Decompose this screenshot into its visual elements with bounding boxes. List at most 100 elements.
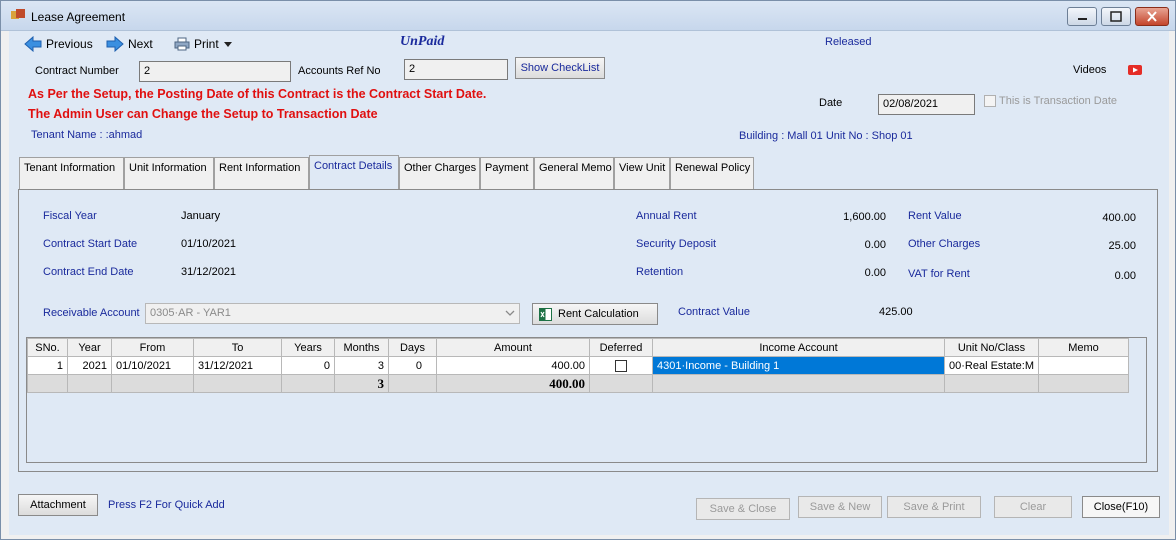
contract-value-value: 425.00 bbox=[879, 306, 913, 318]
grid-header-unit-class[interactable]: Unit No/Class bbox=[944, 338, 1039, 357]
minimize-button[interactable] bbox=[1067, 7, 1097, 26]
close-button[interactable]: Close(F10) bbox=[1082, 496, 1160, 518]
title-bar: Lease Agreement bbox=[1, 1, 1175, 31]
tenant-name: Tenant Name : :ahmad bbox=[31, 129, 143, 141]
grid-header-amount[interactable]: Amount bbox=[436, 338, 590, 357]
fiscal-year-value: January bbox=[181, 210, 221, 222]
tab-general-memo[interactable]: General Memo bbox=[534, 157, 614, 189]
minimize-icon bbox=[1078, 18, 1087, 20]
rent-value-label: Rent Value bbox=[908, 210, 962, 222]
spreadsheet-icon bbox=[539, 307, 552, 321]
accounts-ref-field[interactable]: 2 bbox=[404, 59, 508, 80]
other-charges-value: 25.00 bbox=[1108, 240, 1136, 252]
receivable-account-select[interactable]: 0305·AR - YAR1 bbox=[145, 303, 520, 324]
cell-years[interactable]: 0 bbox=[281, 356, 335, 375]
transaction-date-checkbox[interactable] bbox=[984, 95, 996, 107]
youtube-icon[interactable] bbox=[1128, 65, 1142, 75]
show-checklist-button[interactable]: Show CheckList bbox=[515, 57, 605, 79]
save-new-button[interactable]: Save & New bbox=[798, 496, 882, 518]
cell-income-account[interactable]: 4301·Income - Building 1 bbox=[652, 356, 945, 375]
annual-rent-label: Annual Rent bbox=[636, 210, 697, 222]
grid-header-months[interactable]: Months bbox=[334, 338, 389, 357]
rent-value-value: 400.00 bbox=[1102, 212, 1136, 224]
cell-unit-class[interactable]: 00·Real Estate:M bbox=[944, 356, 1039, 375]
arrow-left-icon bbox=[24, 36, 42, 52]
vat-rent-label: VAT for Rent bbox=[908, 268, 970, 280]
tab-tenant-information[interactable]: Tenant Information bbox=[19, 157, 124, 189]
contract-end-label: Contract End Date bbox=[43, 266, 134, 278]
cell-amount[interactable]: 400.00 bbox=[436, 356, 590, 375]
save-close-button[interactable]: Save & Close bbox=[696, 498, 790, 520]
cell-days[interactable]: 0 bbox=[388, 356, 437, 375]
receivable-account-value: 0305·AR - YAR1 bbox=[150, 307, 231, 319]
grid-header-years[interactable]: Years bbox=[281, 338, 335, 357]
tab-view-unit[interactable]: View Unit bbox=[614, 157, 670, 189]
close-window-button[interactable] bbox=[1135, 7, 1169, 26]
other-charges-label: Other Charges bbox=[908, 238, 981, 250]
accounts-ref-label: Accounts Ref No bbox=[298, 65, 381, 77]
rent-calculation-button[interactable]: Rent Calculation bbox=[532, 303, 658, 325]
total-cell-empty bbox=[27, 374, 68, 393]
release-status: Released bbox=[825, 36, 872, 48]
tab-unit-information[interactable]: Unit Information bbox=[124, 157, 214, 189]
print-button[interactable]: Print bbox=[174, 35, 233, 53]
cell-memo[interactable] bbox=[1037, 356, 1129, 375]
grid-header-sno[interactable]: SNo. bbox=[27, 338, 68, 357]
chevron-down-icon bbox=[505, 310, 515, 316]
grid-header-memo[interactable]: Memo bbox=[1037, 338, 1129, 357]
chevron-down-icon bbox=[223, 42, 232, 47]
tab-contract-details[interactable]: Contract Details bbox=[309, 155, 399, 189]
save-print-button[interactable]: Save & Print bbox=[887, 496, 981, 518]
total-cell-empty bbox=[652, 374, 945, 393]
table-row[interactable]: 1 2021 01/10/2021 31/12/2021 0 3 0 400.0… bbox=[27, 356, 1129, 375]
window-title: Lease Agreement bbox=[31, 10, 126, 24]
date-field[interactable]: 02/08/2021 bbox=[878, 94, 975, 115]
print-label: Print bbox=[194, 37, 219, 51]
vat-rent-value: 0.00 bbox=[1114, 270, 1136, 282]
total-months: 3 bbox=[334, 374, 389, 393]
cell-deferred[interactable] bbox=[589, 356, 653, 375]
tab-other-charges[interactable]: Other Charges bbox=[399, 157, 480, 189]
retention-label: Retention bbox=[636, 266, 684, 278]
security-deposit-value: 0.00 bbox=[864, 239, 886, 251]
grid-header-days[interactable]: Days bbox=[388, 338, 437, 357]
security-deposit-label: Security Deposit bbox=[636, 238, 717, 250]
tab-rent-information[interactable]: Rent Information bbox=[214, 157, 309, 189]
date-label: Date bbox=[819, 97, 843, 109]
next-label: Next bbox=[128, 37, 153, 51]
tab-payment[interactable]: Payment bbox=[480, 157, 534, 189]
clear-button[interactable]: Clear bbox=[994, 496, 1072, 518]
fiscal-year-label: Fiscal Year bbox=[43, 210, 97, 222]
total-amount: 400.00 bbox=[436, 374, 590, 393]
arrow-right-icon bbox=[106, 36, 124, 52]
retention-value: 0.00 bbox=[864, 267, 886, 279]
cell-from[interactable]: 01/10/2021 bbox=[111, 356, 194, 375]
schedule-grid: SNo. Year From To Years Months Days Amou… bbox=[27, 338, 1129, 393]
grid-header-row: SNo. Year From To Years Months Days Amou… bbox=[27, 338, 1129, 357]
maximize-button[interactable] bbox=[1101, 7, 1131, 26]
grid-header-deferred[interactable]: Deferred bbox=[589, 338, 653, 357]
quick-add-hint: Press F2 For Quick Add bbox=[108, 499, 225, 511]
grid-header-year[interactable]: Year bbox=[67, 338, 112, 357]
grid-header-to[interactable]: To bbox=[193, 338, 282, 357]
grid-header-from[interactable]: From bbox=[111, 338, 194, 357]
total-cell-empty bbox=[67, 374, 112, 393]
cell-to[interactable]: 31/12/2021 bbox=[193, 356, 282, 375]
next-button[interactable]: Next bbox=[106, 35, 153, 53]
cell-sno[interactable]: 1 bbox=[27, 356, 68, 375]
contract-end-value: 31/12/2021 bbox=[181, 266, 237, 278]
contract-number-label: Contract Number bbox=[35, 65, 119, 77]
grid-header-income-account[interactable]: Income Account bbox=[652, 338, 945, 357]
previous-button[interactable]: Previous bbox=[24, 35, 93, 53]
attachment-button[interactable]: Attachment bbox=[18, 494, 98, 516]
deferred-checkbox[interactable] bbox=[615, 359, 627, 372]
lease-agreement-window: Lease Agreement Previous Next Print UnPa… bbox=[0, 0, 1176, 540]
receivable-account-label: Receivable Account bbox=[43, 307, 140, 319]
posting-notice-line1: As Per the Setup, the Posting Date of th… bbox=[28, 87, 487, 101]
tab-renewal-policy[interactable]: Renewal Policy bbox=[670, 157, 754, 189]
total-cell-empty bbox=[589, 374, 653, 393]
posting-notice-line2: The Admin User can Change the Setup to T… bbox=[28, 107, 378, 121]
contract-number-field[interactable]: 2 bbox=[139, 61, 291, 82]
cell-year[interactable]: 2021 bbox=[67, 356, 112, 375]
cell-months[interactable]: 3 bbox=[334, 356, 389, 375]
